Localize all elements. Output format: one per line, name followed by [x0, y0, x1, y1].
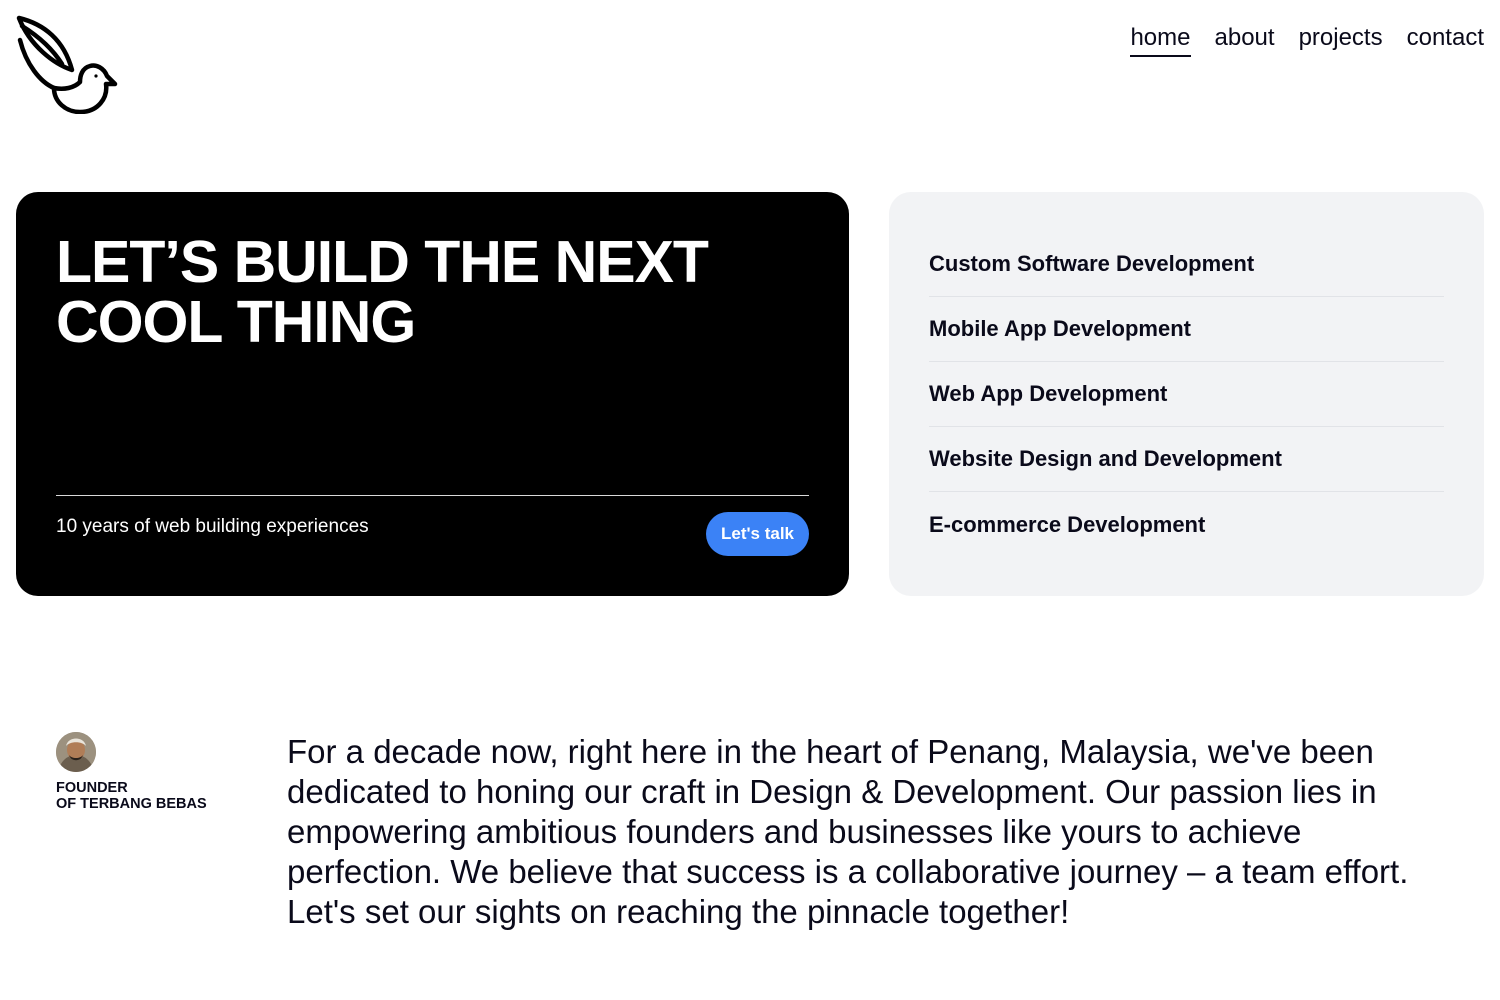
nav-contact[interactable]: contact — [1407, 24, 1484, 57]
page: home about projects contact LET’S BUILD … — [0, 0, 1500, 1000]
service-item: Custom Software Development — [929, 232, 1444, 297]
service-item: Mobile App Development — [929, 297, 1444, 362]
service-item: Web App Development — [929, 362, 1444, 427]
lets-talk-button[interactable]: Let's talk — [706, 512, 809, 556]
founder-avatar — [56, 732, 96, 772]
founder-role: FOUNDER — [56, 780, 128, 796]
hero-title: LET’S BUILD THE NEXT COOL THING — [56, 229, 709, 355]
bird-logo-icon[interactable] — [14, 14, 118, 115]
nav-home[interactable]: home — [1130, 24, 1191, 57]
hero-card: LET’S BUILD THE NEXT COOL THING 10 years… — [16, 192, 849, 596]
service-item: Website Design and Development — [929, 427, 1444, 492]
nav-projects[interactable]: projects — [1299, 24, 1383, 57]
hero-divider — [56, 495, 809, 496]
founder-label: FOUNDER OF TERBANG BEBAS — [56, 780, 207, 812]
hero-subtitle: 10 years of web building experiences — [56, 516, 369, 537]
company-statement: For a decade now, right here in the hear… — [287, 733, 1409, 930]
founder-company: OF TERBANG BEBAS — [56, 796, 207, 812]
nav-about[interactable]: about — [1215, 24, 1275, 57]
main-nav: home about projects contact — [1130, 24, 1484, 57]
services-card: Custom Software Development Mobile App D… — [889, 192, 1484, 596]
service-item: E-commerce Development — [929, 511, 1206, 537]
